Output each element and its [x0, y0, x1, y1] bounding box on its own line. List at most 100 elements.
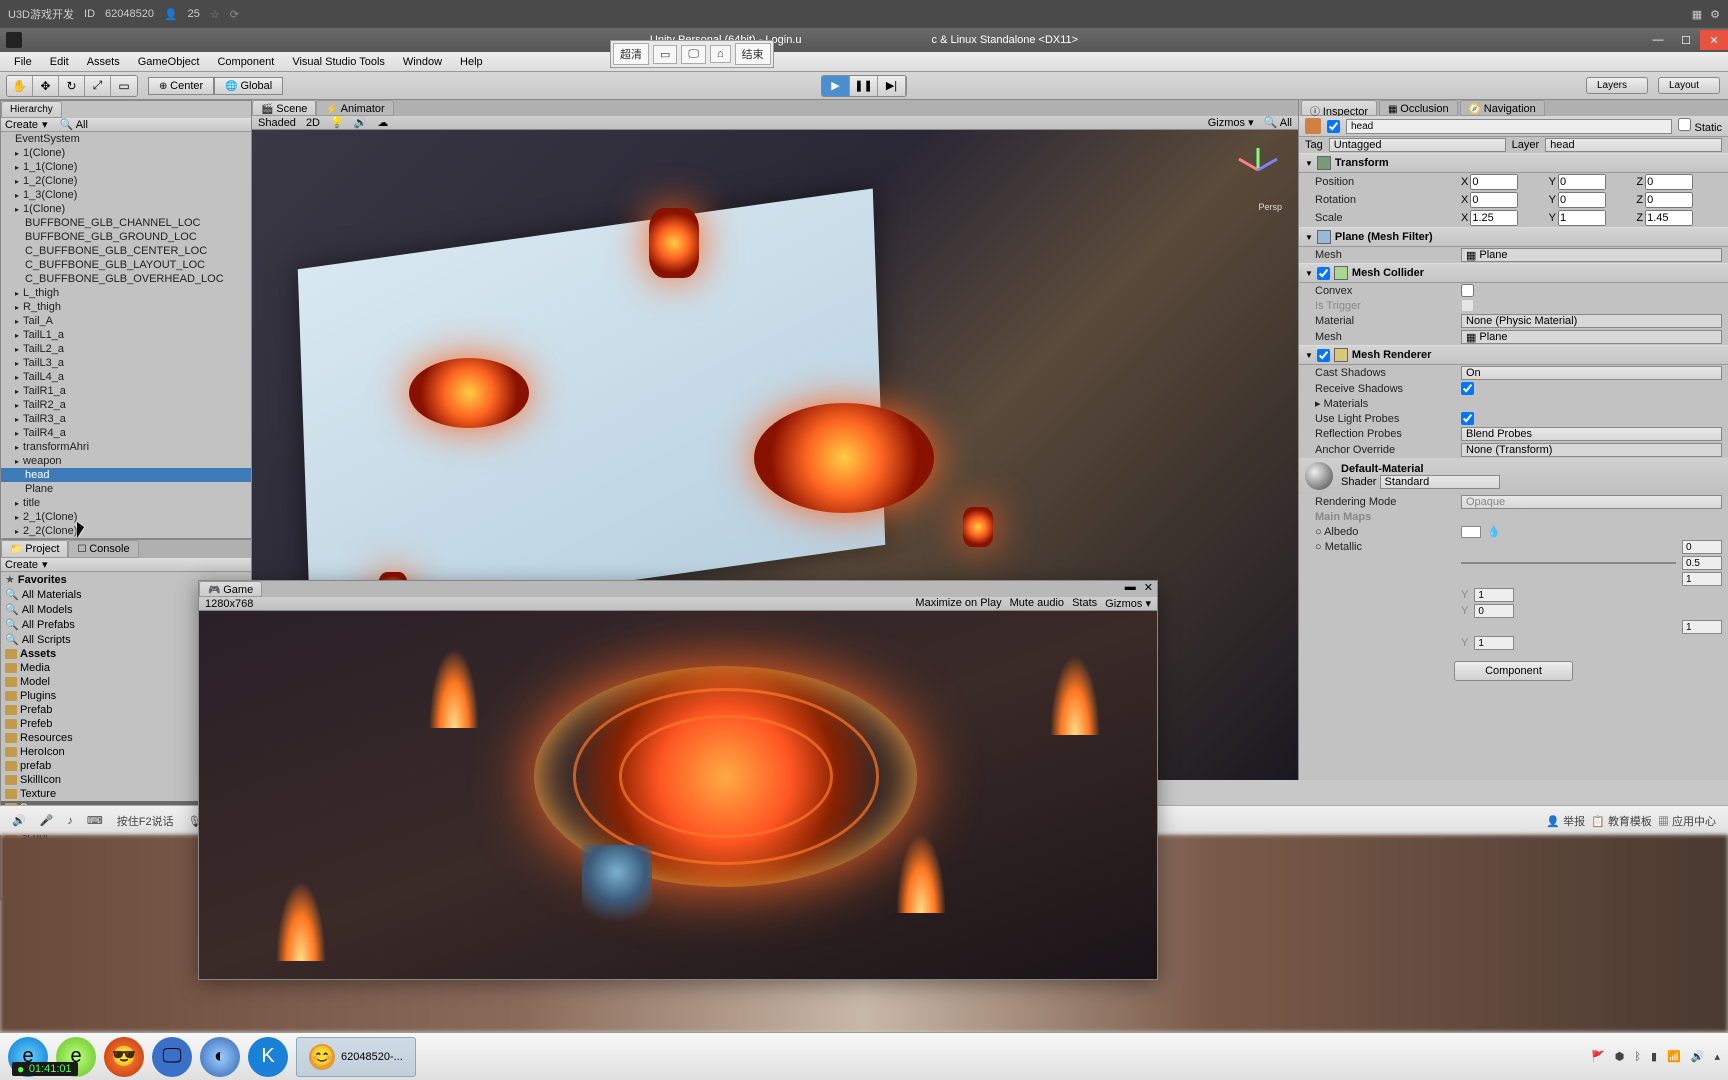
gear-icon[interactable]: ⚙	[1710, 8, 1720, 21]
project-create[interactable]: Create	[5, 559, 38, 571]
recv-shadows[interactable]	[1461, 382, 1474, 395]
tag-dropdown[interactable]: Untagged	[1329, 138, 1506, 152]
fx-toggle[interactable]: ☁	[377, 116, 388, 129]
gizmos-dropdown[interactable]: Gizmos ▾	[1208, 116, 1254, 129]
k-icon[interactable]: K	[248, 1037, 288, 1077]
pos-x[interactable]	[1470, 174, 1518, 190]
persp-label[interactable]: Persp	[1258, 202, 1282, 212]
hierarchy-tab[interactable]: Hierarchy	[1, 101, 62, 118]
pivot-center-button[interactable]: ⊕ Center	[148, 77, 214, 95]
edu-link[interactable]: 📋 教育模板	[1591, 813, 1652, 829]
mode-2d-toggle[interactable]: 2D	[306, 117, 320, 129]
name-field[interactable]	[1346, 119, 1672, 134]
hierarchy-item[interactable]: C_BUFFBONE_GLB_CENTER_LOC	[1, 244, 251, 258]
hierarchy-item[interactable]: C_BUFFBONE_GLB_LAYOUT_LOC	[1, 258, 251, 272]
scene-gizmo[interactable]	[1228, 140, 1288, 200]
hierarchy-item[interactable]: TailR1_a	[1, 384, 251, 398]
pivot-global-button[interactable]: 🌐 Global	[214, 77, 283, 95]
shaded-dropdown[interactable]: Shaded	[258, 117, 296, 129]
hierarchy-item[interactable]: title	[1, 496, 251, 510]
hierarchy-item[interactable]: TailL4_a	[1, 370, 251, 384]
move-tool[interactable]: ✥	[33, 76, 59, 96]
material-header[interactable]: Default-Material Shader Standard	[1299, 458, 1728, 494]
layout-dropdown[interactable]: Layout	[1658, 77, 1720, 94]
grid-icon[interactable]: ▦	[1692, 8, 1702, 21]
speaker-icon[interactable]: 🔊	[12, 814, 26, 827]
pos-y[interactable]	[1558, 174, 1606, 190]
collider-mesh[interactable]: ▦ Plane	[1461, 330, 1722, 344]
rotate-tool[interactable]: ↻	[59, 76, 85, 96]
tray-volume-icon[interactable]: 🔊	[1691, 1050, 1705, 1063]
hierarchy-item[interactable]: Plane	[1, 482, 251, 496]
navigation-tab[interactable]: 🧭 Navigation	[1460, 100, 1545, 116]
hierarchy-item[interactable]: TailL1_a	[1, 328, 251, 342]
apps-link[interactable]: ▦ 应用中心	[1658, 813, 1716, 829]
rot-x[interactable]	[1470, 192, 1518, 208]
light-toggle[interactable]: 💡	[330, 116, 344, 129]
add-component-button[interactable]: Component	[1454, 661, 1573, 681]
active-checkbox[interactable]	[1327, 120, 1340, 133]
taskbar-task[interactable]: 😊62048520-...	[296, 1037, 416, 1077]
tray-shield-icon[interactable]: ⬢	[1615, 1050, 1625, 1063]
static-checkbox[interactable]: Static	[1678, 118, 1722, 134]
report-link[interactable]: 👤 举报	[1546, 813, 1585, 829]
animator-tab[interactable]: ⚡ Animator	[316, 100, 393, 116]
game-tab[interactable]: 🎮 Game	[199, 581, 262, 597]
mute-audio[interactable]: Mute audio	[1010, 597, 1064, 610]
physmat-field[interactable]: None (Physic Material)	[1461, 314, 1722, 328]
resolution-dropdown[interactable]: 1280x768	[205, 598, 253, 610]
meshrenderer-component[interactable]: Mesh Renderer	[1299, 345, 1728, 365]
hierarchy-create[interactable]: Create	[5, 119, 38, 131]
meshcollider-component[interactable]: Mesh Collider	[1299, 263, 1728, 283]
yy-icon[interactable]: 😎	[104, 1037, 144, 1077]
game-close-icon[interactable]: ✕	[1140, 581, 1157, 597]
hierarchy-item[interactable]: 1(Clone)	[1, 146, 251, 160]
minimize-button[interactable]: —	[1644, 30, 1672, 50]
menu-file[interactable]: File	[6, 54, 40, 70]
capture-home-icon[interactable]: ⌂	[710, 45, 731, 63]
audio-toggle[interactable]: 🔊	[354, 116, 368, 129]
convex-checkbox[interactable]	[1461, 284, 1474, 297]
step-button[interactable]: ▶|	[878, 76, 906, 96]
hierarchy-item[interactable]: head	[1, 468, 251, 482]
scl-y[interactable]	[1558, 210, 1606, 226]
console-tab[interactable]: ☐ Console	[68, 540, 138, 558]
hierarchy-item[interactable]: TailR2_a	[1, 398, 251, 412]
scene-search-all[interactable]: 🔍 All	[1264, 116, 1292, 129]
tray-flag-icon[interactable]: 🚩	[1591, 1050, 1605, 1063]
hierarchy-item[interactable]: BUFFBONE_GLB_GROUND_LOC	[1, 230, 251, 244]
menu-window[interactable]: Window	[395, 54, 450, 70]
menu-assets[interactable]: Assets	[79, 54, 128, 70]
hierarchy-item[interactable]: 2_2(Clone)	[1, 524, 251, 538]
occlusion-tab[interactable]: ▦ Occlusion	[1379, 100, 1458, 116]
transform-component[interactable]: Transform	[1299, 153, 1728, 173]
scale-tool[interactable]: ⤢	[85, 76, 111, 96]
rot-z[interactable]	[1645, 192, 1693, 208]
close-button[interactable]: ✕	[1700, 30, 1728, 50]
meshfilter-component[interactable]: Plane (Mesh Filter)	[1299, 227, 1728, 247]
game-gizmos[interactable]: Gizmos ▾	[1105, 597, 1151, 610]
light-probes[interactable]	[1461, 412, 1474, 425]
hierarchy-item[interactable]: 1_2(Clone)	[1, 174, 251, 188]
menu-vstools[interactable]: Visual Studio Tools	[284, 54, 393, 70]
anchor-override[interactable]: None (Transform)	[1461, 443, 1722, 457]
hierarchy-item[interactable]: TailL3_a	[1, 356, 251, 370]
meshfilter-mesh[interactable]: ▦ Plane	[1461, 248, 1722, 262]
hierarchy-item[interactable]: transformAhri	[1, 440, 251, 454]
game-window[interactable]: 🎮 Game ▬ ✕ 1280x768 Maximize on Play Mut…	[198, 580, 1158, 980]
hierarchy-item[interactable]: 2_1(Clone)	[1, 510, 251, 524]
layer-dropdown[interactable]: head	[1545, 138, 1722, 152]
hierarchy-item[interactable]: 1(Clone)	[1, 202, 251, 216]
pos-z[interactable]	[1645, 174, 1693, 190]
keyboard-icon[interactable]: ⌨	[87, 814, 103, 827]
hierarchy-item[interactable]: TailL2_a	[1, 342, 251, 356]
inspector-tab[interactable]: ⓘ Inspector	[1301, 100, 1377, 116]
hierarchy-item[interactable]: 1_3(Clone)	[1, 188, 251, 202]
hierarchy-item[interactable]: BUFFBONE_GLB_CHANNEL_LOC	[1, 216, 251, 230]
rot-y[interactable]	[1558, 192, 1606, 208]
maximize-button[interactable]: ☐	[1672, 30, 1700, 50]
capture-screen-icon[interactable]: 🖵	[681, 45, 706, 64]
capture-rect-icon[interactable]: ▭	[653, 45, 677, 64]
hierarchy-item[interactable]: TailR4_a	[1, 426, 251, 440]
player-icon[interactable]: ◐	[200, 1037, 240, 1077]
